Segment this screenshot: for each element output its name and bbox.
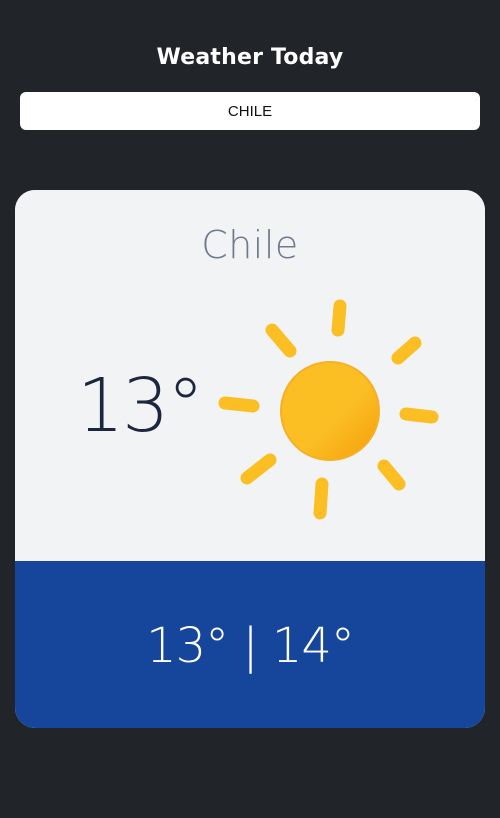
weather-card: Chile 13° 13° | 14° — [15, 190, 485, 728]
sun-icon — [218, 299, 439, 520]
current-temperature: 13° — [77, 363, 204, 449]
app-title: Weather Today — [156, 45, 344, 70]
search-input[interactable] — [20, 92, 480, 130]
temperature-range: 13° | 14° — [146, 618, 355, 674]
city-name: Chile — [201, 223, 299, 267]
weather-card-top: Chile 13° — [15, 190, 485, 561]
temperature-range-panel: 13° | 14° — [15, 561, 485, 728]
